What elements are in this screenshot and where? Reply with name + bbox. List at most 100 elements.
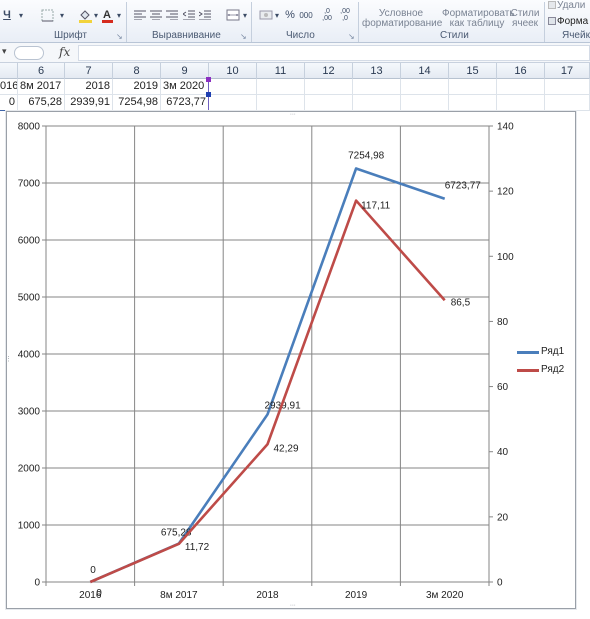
cell[interactable] xyxy=(353,79,401,95)
cell[interactable] xyxy=(257,95,305,111)
ribbon-separator xyxy=(544,2,545,42)
cell[interactable]: 3м 2020 xyxy=(161,79,209,95)
cell[interactable] xyxy=(449,79,497,95)
range-resize-handle[interactable] xyxy=(206,77,211,82)
legend[interactable]: Ряд1 Ряд2 xyxy=(517,344,573,380)
align-left-icon[interactable] xyxy=(133,6,147,24)
cell[interactable]: 0 xyxy=(0,95,18,111)
thousands-separator-button[interactable]: 000 xyxy=(298,6,314,24)
x-axis-tick-label: 8м 2017 xyxy=(160,590,198,601)
cell[interactable] xyxy=(305,95,353,111)
underline-dropdown-icon[interactable]: ▾ xyxy=(16,6,26,24)
cell[interactable]: 2939,91 xyxy=(65,95,113,111)
formula-input[interactable] xyxy=(78,45,590,61)
font-group-label: Шрифт xyxy=(54,30,87,41)
percent-button[interactable]: % xyxy=(284,6,296,24)
formula-expand-icon[interactable] xyxy=(14,46,44,60)
y-axis-tick-label: 6000 xyxy=(18,236,41,247)
cell[interactable] xyxy=(209,79,257,95)
font-launcher-icon[interactable]: ↘ xyxy=(116,32,123,41)
y-axis-tick-label: 4000 xyxy=(18,350,41,361)
format-cells-icon xyxy=(548,17,556,26)
y2-axis-tick-label: 0 xyxy=(497,578,503,589)
column-header[interactable]: 17 xyxy=(545,63,590,79)
column-headers: 6 7 8 9 10 11 12 13 14 15 16 17 xyxy=(0,63,590,79)
font-color-dropdown-icon[interactable]: ▾ xyxy=(115,6,123,24)
merge-cells-icon[interactable] xyxy=(225,6,241,24)
cell[interactable]: 675,28 xyxy=(18,95,65,111)
legend-label: Ряд1 xyxy=(541,346,565,357)
series-line xyxy=(89,167,446,584)
underline-button[interactable]: Ч xyxy=(0,6,14,24)
column-header[interactable]: 7 xyxy=(65,63,113,79)
data-label: 86,5 xyxy=(451,297,471,308)
fill-color-dropdown-icon[interactable]: ▾ xyxy=(92,6,100,24)
range-resize-handle[interactable] xyxy=(206,92,211,97)
number-launcher-icon[interactable]: ↘ xyxy=(348,32,355,41)
cell[interactable]: 2018 xyxy=(65,79,113,95)
increase-decimal-button[interactable]: ,0 ,00 xyxy=(320,6,334,24)
column-header[interactable] xyxy=(0,63,18,79)
insert-function-icon[interactable]: fx xyxy=(59,45,70,59)
column-header[interactable]: 10 xyxy=(209,63,257,79)
column-header[interactable]: 11 xyxy=(257,63,305,79)
cell[interactable] xyxy=(545,95,590,111)
legend-swatch xyxy=(517,369,539,372)
y2-axis-tick-label: 80 xyxy=(497,317,509,328)
ribbon-separator xyxy=(126,2,127,42)
conditional-formatting-label-2: форматирование xyxy=(362,18,443,29)
cell[interactable] xyxy=(401,79,449,95)
chart-area[interactable]: ∙∙∙ ∙∙∙ ⋮ ⋮ 0 1000 2000 3000 4000 5000 6000 700… xyxy=(5,111,579,609)
cell[interactable]: 2019 xyxy=(113,79,161,95)
cell[interactable] xyxy=(257,79,305,95)
decrease-indent-icon[interactable] xyxy=(182,6,196,24)
borders-icon[interactable] xyxy=(38,6,56,24)
increase-indent-icon[interactable] xyxy=(198,6,212,24)
column-header[interactable]: 6 xyxy=(18,63,65,79)
legend-item[interactable]: Ряд2 xyxy=(517,362,573,380)
data-label: 6723,77 xyxy=(445,181,482,192)
cell[interactable] xyxy=(353,95,401,111)
column-header[interactable]: 13 xyxy=(353,63,401,79)
cell[interactable] xyxy=(305,79,353,95)
cell[interactable] xyxy=(401,95,449,111)
borders-dropdown-icon[interactable]: ▾ xyxy=(58,6,66,24)
line-chart: 0100020003000400050006000700080000204060… xyxy=(18,122,514,602)
data-label: 117,11 xyxy=(361,201,391,212)
cell[interactable]: 7254,98 xyxy=(113,95,161,111)
column-header[interactable]: 14 xyxy=(401,63,449,79)
format-cells-button[interactable]: Форма xyxy=(548,16,590,27)
column-header[interactable]: 16 xyxy=(497,63,545,79)
currency-format-icon[interactable] xyxy=(258,6,274,24)
font-color-icon[interactable]: A xyxy=(100,6,114,24)
align-center-icon[interactable] xyxy=(149,6,163,24)
column-header[interactable]: 15 xyxy=(449,63,497,79)
merge-dropdown-icon[interactable]: ▾ xyxy=(241,6,249,24)
y2-axis-tick-label: 100 xyxy=(497,252,514,263)
svg-text:A: A xyxy=(103,9,111,21)
decrease-decimal-button[interactable]: ,00 ,0 xyxy=(338,6,352,24)
namebox-dropdown-icon[interactable]: ▾ xyxy=(2,46,7,57)
cell[interactable] xyxy=(209,95,257,111)
cell[interactable] xyxy=(545,79,590,95)
format-cells-label: Форма xyxy=(557,16,589,27)
column-header[interactable]: 12 xyxy=(305,63,353,79)
cell[interactable] xyxy=(497,95,545,111)
cell[interactable]: 6723,77 xyxy=(161,95,209,111)
y-axis-tick-label: 7000 xyxy=(18,179,41,190)
column-header[interactable]: 9 xyxy=(161,63,209,79)
column-header[interactable]: 8 xyxy=(113,63,161,79)
delete-cells-button[interactable]: Удали xyxy=(548,0,590,11)
cell[interactable] xyxy=(449,95,497,111)
y2-axis-tick-label: 140 xyxy=(497,122,514,133)
currency-dropdown-icon[interactable]: ▾ xyxy=(273,6,281,24)
y-axis-tick-label: 0 xyxy=(34,578,40,589)
cell[interactable]: 016 xyxy=(0,79,18,95)
legend-swatch xyxy=(517,351,539,354)
legend-item[interactable]: Ряд1 xyxy=(517,344,573,362)
data-label: 11,72 xyxy=(185,542,210,553)
align-right-icon[interactable] xyxy=(165,6,179,24)
alignment-launcher-icon[interactable]: ↘ xyxy=(240,32,247,41)
cell[interactable]: 8м 2017 xyxy=(18,79,65,95)
cell[interactable] xyxy=(497,79,545,95)
